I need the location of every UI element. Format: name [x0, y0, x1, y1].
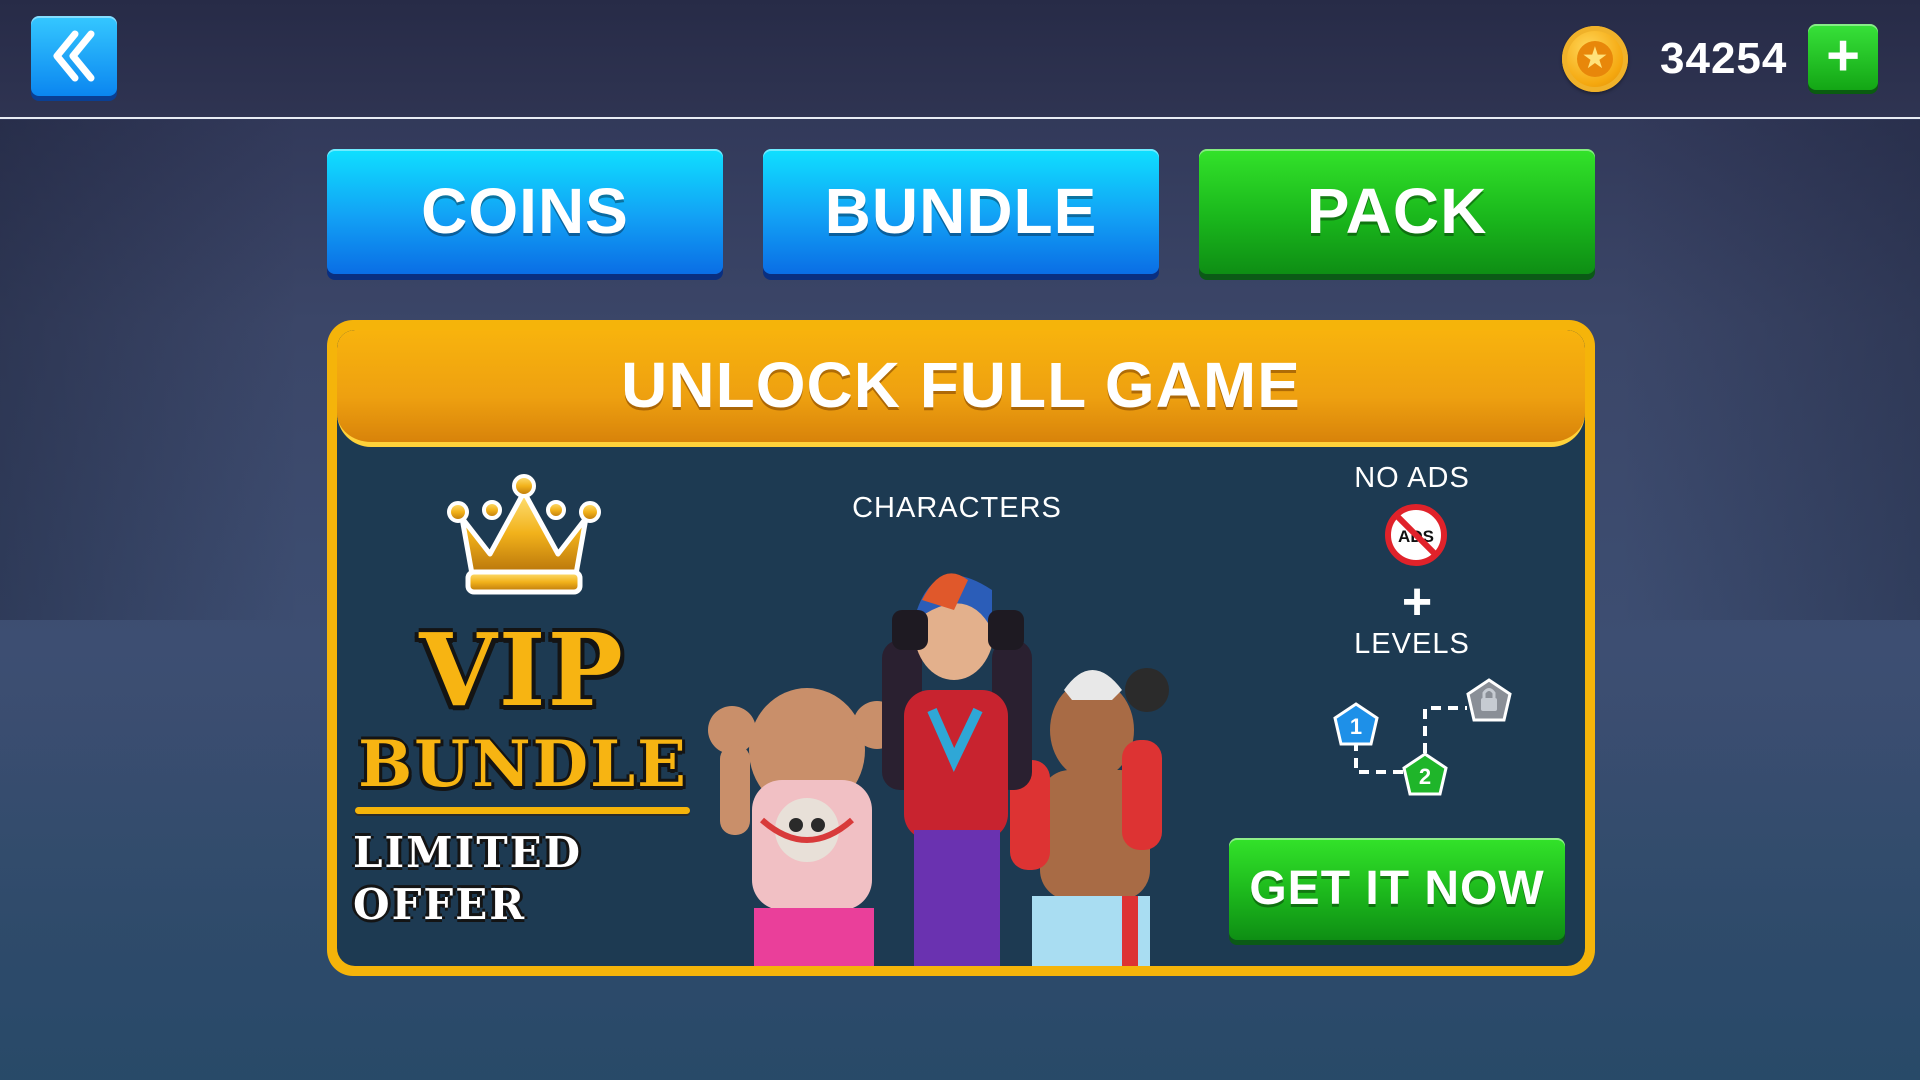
bald-fighter-figure [708, 688, 901, 966]
locked-level-icon [1466, 678, 1512, 722]
svg-text:1: 1 [1350, 714, 1362, 739]
level-map-icon: 1 2 [1333, 678, 1512, 796]
no-ads-label: NO ADS [1354, 462, 1470, 494]
tab-coins[interactable]: COINS [327, 149, 723, 274]
chevron-double-left-icon [53, 30, 95, 82]
characters-label: CHARACTERS [852, 492, 1062, 524]
mohawk-fighter-figure [1010, 668, 1169, 966]
vip-title: VIP [419, 611, 625, 729]
offer-title: UNLOCK FULL GAME [621, 349, 1301, 421]
gold-coin-icon: ★ [1562, 26, 1628, 92]
background-wall-right [1620, 120, 1920, 620]
level-node-2: 2 [1402, 752, 1448, 796]
vip-bundle-title: BUNDLE [358, 727, 688, 802]
offer-panel-body: UNLOCK FULL GAME VIP BUNDLE LIMITED OFFE… [337, 330, 1585, 966]
limited-text: LIMITED [353, 828, 583, 877]
coin-balance: 34254 [1660, 34, 1788, 83]
svg-text:2: 2 [1419, 764, 1431, 789]
background-wall-left [0, 120, 300, 620]
level-node-1: 1 [1333, 702, 1379, 746]
vip-divider [355, 807, 690, 814]
levels-label: LEVELS [1354, 628, 1470, 660]
add-coins-button[interactable]: + [1808, 24, 1878, 90]
plus-sign: + [1401, 573, 1433, 631]
offer-panel-header: UNLOCK FULL GAME [337, 330, 1585, 447]
top-bar-divider [0, 117, 1920, 119]
unlock-offer-panel: UNLOCK FULL GAME VIP BUNDLE LIMITED OFFE… [327, 320, 1595, 976]
fighter-characters-image [708, 573, 1169, 966]
back-button[interactable] [31, 16, 117, 96]
limited-offer-label: LIMITED OFFER [353, 827, 582, 931]
female-fighter-figure [882, 573, 1032, 966]
crown-icon [447, 474, 601, 595]
offer-text: OFFER [353, 880, 527, 929]
tab-bundle[interactable]: BUNDLE [763, 149, 1159, 274]
top-bar [0, 0, 1920, 118]
no-ads-icon: ADS [1385, 504, 1447, 566]
star-icon: ★ [1577, 41, 1613, 77]
get-it-now-button[interactable]: GET IT NOW [1229, 838, 1565, 940]
tab-pack[interactable]: PACK [1199, 149, 1595, 274]
plus-icon: + [1826, 23, 1860, 88]
